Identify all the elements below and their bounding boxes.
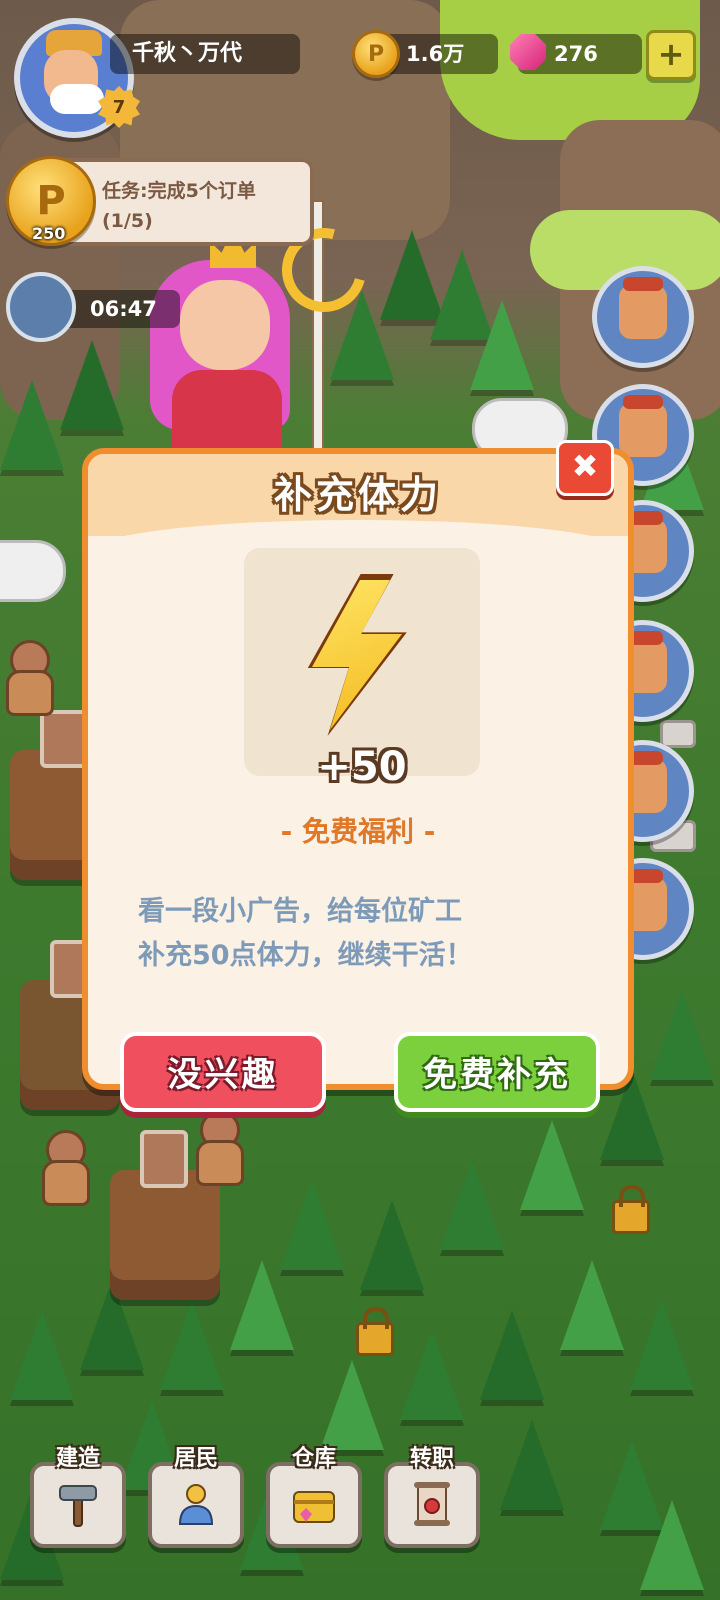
scroll-icon <box>414 1482 450 1526</box>
hammer-icon <box>59 1485 97 1527</box>
pine-tree <box>60 340 124 430</box>
villager[interactable] <box>36 1130 90 1206</box>
pine-tree <box>630 1300 694 1390</box>
add-gems-button[interactable]: + <box>646 30 696 80</box>
coin-count: 1.6万 <box>406 42 465 66</box>
resident-icon <box>178 1484 214 1525</box>
pine-tree <box>560 1260 624 1350</box>
lock-icon[interactable] <box>612 1185 650 1234</box>
pine-tree <box>230 1260 294 1350</box>
nav-residents[interactable]: 居民 <box>148 1440 244 1570</box>
pickaxe-timer-icon[interactable] <box>6 272 76 342</box>
task-reward-amount: 250 <box>32 224 66 243</box>
chest-icon <box>293 1491 335 1523</box>
pine-tree <box>360 1200 424 1290</box>
pine-tree <box>470 300 534 390</box>
timer-value: 06:47 <box>90 297 157 321</box>
nav-build[interactable]: 建造 <box>30 1440 126 1570</box>
nav-warehouse[interactable]: 仓库 <box>266 1440 362 1570</box>
pine-tree <box>520 1120 584 1210</box>
decline-button[interactable]: 没兴趣 <box>120 1032 326 1112</box>
pine-tree <box>650 990 714 1080</box>
gem-count: 276 <box>554 42 598 66</box>
pickaxe-bubble[interactable] <box>0 540 66 602</box>
description-line-1: 看一段小广告，给每位矿工 <box>138 896 462 927</box>
pine-tree <box>440 1160 504 1250</box>
pine-tree <box>640 1500 704 1590</box>
gem-icon <box>510 34 546 70</box>
pine-tree <box>10 1310 74 1400</box>
stamina-dialog: 补充体力 +50 - 免费福利 - 看一段小广告，给每位矿工 补充50点体力，继… <box>82 448 634 1090</box>
mine-hut[interactable] <box>110 1130 220 1300</box>
dialog-title: 补充体力 <box>273 473 442 517</box>
pine-tree <box>320 1360 384 1450</box>
nav-job-change-label: 转职 <box>409 1446 454 1471</box>
pine-tree <box>500 1420 564 1510</box>
pine-tree <box>0 380 64 470</box>
pine-tree <box>480 1310 544 1400</box>
villager[interactable] <box>0 640 54 716</box>
description-line-2: 补充50点体力，继续干活！ <box>138 940 473 971</box>
task-progress: (1/5) <box>102 210 153 232</box>
coin-icon: P <box>352 30 400 78</box>
player-name[interactable]: 千秋丶万代 <box>110 34 300 74</box>
pine-tree <box>280 1180 344 1270</box>
stone-block <box>660 720 696 748</box>
nav-residents-label: 居民 <box>173 1446 218 1471</box>
nav-warehouse-label: 仓库 <box>291 1446 336 1471</box>
lock-icon[interactable] <box>356 1307 394 1356</box>
nav-job-change[interactable]: 转职 <box>384 1440 480 1570</box>
miner-portrait[interactable] <box>592 266 694 368</box>
dialog-description: 看一段小广告，给每位矿工 补充50点体力，继续干活！ <box>138 890 598 978</box>
pine-tree <box>160 1300 224 1390</box>
reward-amount: +50 <box>317 744 407 790</box>
task-label: 任务:完成5个订单 <box>102 180 256 202</box>
villager[interactable] <box>190 1110 244 1186</box>
free-refill-button[interactable]: 免费补充 <box>394 1032 600 1112</box>
dialog-subtitle: - 免费福利 - <box>280 815 436 848</box>
nav-build-label: 建造 <box>55 1446 100 1471</box>
pine-tree <box>400 1330 464 1420</box>
